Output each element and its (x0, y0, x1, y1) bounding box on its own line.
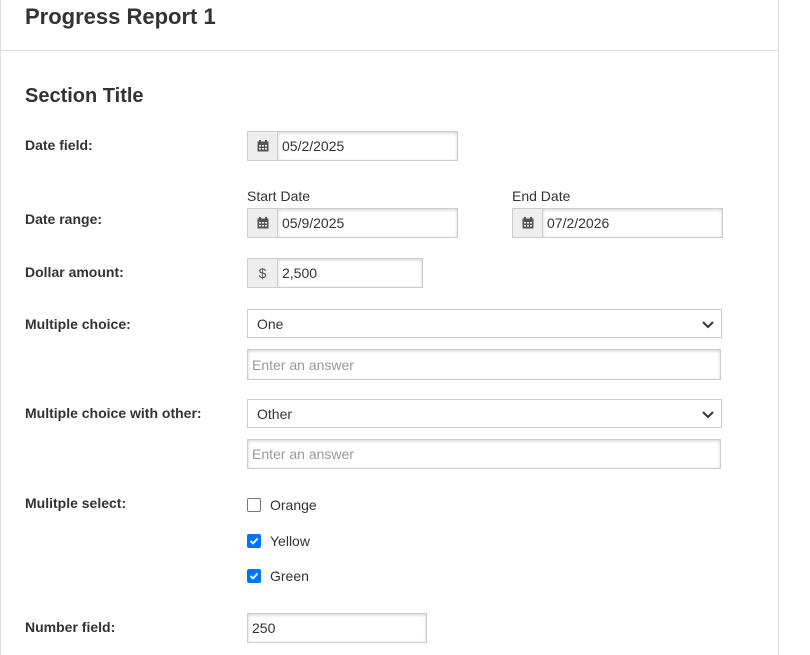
checkbox-green[interactable] (247, 569, 261, 583)
end-date-group: 07/2/2026 (512, 208, 723, 238)
start-date-group: 05/9/2025 (247, 208, 458, 238)
answer-placeholder: Enter an answer (252, 356, 354, 373)
checkmark-icon (249, 572, 259, 580)
checkbox-label: Orange (270, 497, 317, 513)
date-field-label: Date field: (25, 137, 93, 153)
multiple-choice-other-answer-input[interactable]: Enter an answer (247, 439, 721, 469)
multiple-choice-label: Multiple choice: (25, 316, 131, 332)
number-field-label: Number field: (25, 619, 116, 635)
calendar-icon[interactable] (247, 208, 277, 238)
dollar-sign-addon: $ (247, 258, 277, 288)
number-field-input[interactable]: 250 (247, 613, 427, 643)
multiple-choice-other-selected: Other (257, 405, 293, 422)
multiple-choice-selected: One (257, 315, 284, 332)
chevron-down-icon (702, 411, 714, 419)
dollar-amount-input[interactable]: 2,500 (277, 258, 423, 288)
checkbox-option[interactable]: Green (247, 568, 309, 584)
start-date-input[interactable]: 05/9/2025 (277, 208, 458, 238)
calendar-icon[interactable] (512, 208, 542, 238)
page-title: Progress Report 1 (25, 4, 216, 29)
multiple-choice-other-select[interactable]: Other (247, 399, 722, 428)
checkbox-label: Green (270, 568, 309, 584)
calendar-icon[interactable] (247, 131, 277, 161)
date-range-label: Date range: (25, 211, 103, 227)
checkbox-orange[interactable] (247, 498, 261, 512)
multiple-select-label: Mulitple select: (25, 495, 127, 511)
chevron-down-icon (702, 321, 714, 329)
checkbox-option[interactable]: Orange (247, 497, 317, 513)
checkbox-option[interactable]: Yellow (247, 533, 310, 549)
multiple-choice-select[interactable]: One (247, 309, 722, 338)
checkmark-icon (249, 537, 259, 545)
multiple-choice-other-label: Multiple choice with other: (25, 405, 202, 421)
start-date-label: Start Date (247, 188, 311, 204)
dollar-amount-label: Dollar amount: (25, 264, 124, 280)
checkbox-yellow[interactable] (247, 534, 261, 548)
report-panel: Progress Report 1 Section Title Date fie… (0, 0, 779, 655)
multiple-choice-answer-input[interactable]: Enter an answer (247, 349, 721, 380)
dollar-amount-group: $ 2,500 (247, 258, 423, 288)
date-field-group: 05/2/2025 (247, 131, 458, 161)
panel-header: Progress Report 1 (1, 0, 779, 51)
section-title: Section Title (25, 85, 144, 107)
end-date-input[interactable]: 07/2/2026 (542, 208, 723, 238)
answer-placeholder: Enter an answer (252, 446, 354, 462)
checkbox-label: Yellow (270, 533, 310, 549)
end-date-label: End Date (512, 188, 571, 204)
date-field-input[interactable]: 05/2/2025 (277, 131, 458, 161)
